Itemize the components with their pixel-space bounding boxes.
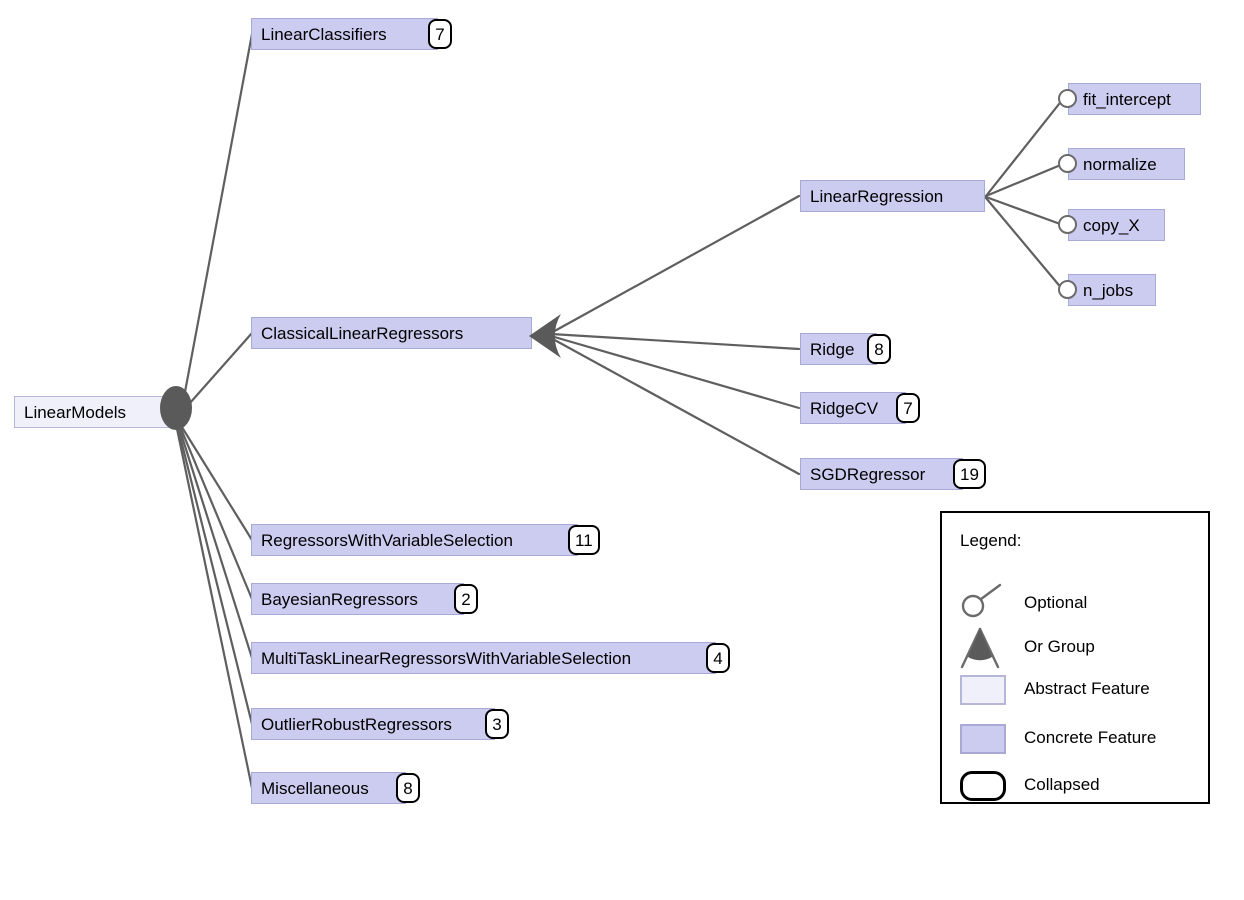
legend-label-abstract: Abstract Feature: [1024, 679, 1150, 698]
legend-label-or-group: Or Group: [1024, 637, 1095, 656]
feature-node-label: n_jobs: [1083, 280, 1134, 300]
edge-ClassicalLinearRegressors-to-RidgeCV: [549, 334, 801, 410]
legend-title: Legend:: [960, 531, 1022, 550]
optional-marker-fit_intercept: [1058, 89, 1077, 108]
collapsed-badge-RegressorsWithVariableSelection[interactable]: 11: [568, 525, 600, 555]
feature-node-ClassicalLinearRegressors[interactable]: ClassicalLinearRegressors: [251, 317, 532, 349]
feature-node-label: fit_intercept: [1083, 89, 1171, 109]
feature-node-Miscellaneous[interactable]: Miscellaneous: [251, 772, 406, 804]
feature-node-fit_intercept[interactable]: fit_intercept: [1068, 83, 1201, 115]
feature-model-diagram: LinearModels LinearClassifiers 7 ClassicalL…: [0, 0, 1244, 900]
feature-node-label: LinearRegression: [810, 186, 944, 206]
feature-node-label: RegressorsWithVariableSelection: [261, 530, 513, 550]
collapsed-badge-BayesianRegressors[interactable]: 2: [454, 584, 478, 614]
feature-node-n_jobs[interactable]: n_jobs: [1068, 274, 1156, 306]
feature-node-MultiTaskLinearRegressorsWithVariableSelection[interactable]: MultiTaskLinearRegressorsWithVariableSel…: [251, 642, 716, 674]
collapsed-badge-LinearClassifiers[interactable]: 7: [428, 19, 452, 49]
legend-box: Legend: Optional Or Group Abstract Featu…: [940, 511, 1210, 804]
feature-node-label: OutlierRobustRegressors: [261, 714, 452, 734]
feature-node-LinearClassifiers[interactable]: LinearClassifiers: [251, 18, 438, 50]
optional-marker-normalize: [1058, 154, 1077, 173]
edge-LinearModels-to-BayesianRegressors: [177, 422, 254, 601]
legend-label-optional: Optional: [1024, 593, 1088, 612]
collapsed-badge-icon: [960, 771, 1006, 801]
feature-node-RegressorsWithVariableSelection[interactable]: RegressorsWithVariableSelection: [251, 524, 578, 556]
feature-node-label: Miscellaneous: [261, 778, 369, 798]
feature-node-label: LinearModels: [24, 402, 127, 422]
optional-marker-n_jobs: [1058, 280, 1077, 299]
edge-LinearRegression-to-fit_intercept: [984, 97, 1065, 198]
feature-node-label: normalize: [1083, 154, 1157, 174]
feature-node-LinearModels[interactable]: LinearModels: [14, 396, 176, 428]
edge-LinearModels-to-RegressorsWithVariableSelection: [178, 422, 254, 542]
feature-node-RidgeCV[interactable]: RidgeCV: [800, 392, 906, 424]
optional-icon: [961, 583, 1002, 618]
feature-node-BayesianRegressors[interactable]: BayesianRegressors: [251, 583, 464, 615]
feature-node-Ridge[interactable]: Ridge: [800, 333, 877, 365]
collapsed-badge-OutlierRobustRegressors[interactable]: 3: [485, 709, 509, 739]
collapsed-badge-MultiTaskLinearRegressorsWithVariableSelection[interactable]: 4: [706, 643, 730, 673]
feature-node-SGDRegressor[interactable]: SGDRegressor: [800, 458, 963, 490]
edge-LinearRegression-to-copy_X: [984, 195, 1065, 227]
collapsed-badge-RidgeCV[interactable]: 7: [896, 393, 920, 423]
feature-node-label: copy_X: [1083, 215, 1140, 235]
or-group-marker-classical: [529, 314, 561, 358]
feature-node-OutlierRobustRegressors[interactable]: OutlierRobustRegressors: [251, 708, 495, 740]
edge-LinearModels-to-MultiTaskLinearRegressorsWithVariableSelection: [176, 422, 254, 660]
feature-node-label: SGDRegressor: [810, 464, 926, 484]
feature-node-label: RidgeCV: [810, 398, 879, 418]
edge-LinearModels-to-LinearClassifiers: [180, 32, 254, 410]
feature-node-label: Ridge: [810, 339, 855, 359]
feature-node-label: LinearClassifiers: [261, 24, 387, 44]
or-group-marker-root: [160, 386, 192, 430]
feature-node-label: BayesianRegressors: [261, 589, 418, 609]
legend-label-collapsed: Collapsed: [1024, 775, 1100, 794]
edge-LinearModels-to-OutlierRobustRegressors: [175, 422, 254, 726]
collapsed-badge-SGDRegressor[interactable]: 19: [953, 459, 986, 489]
feature-node-copy_X[interactable]: copy_X: [1068, 209, 1165, 241]
edge-LinearModels-to-ClassicalLinearRegressors: [180, 331, 254, 414]
edge-ClassicalLinearRegressors-to-LinearRegression: [549, 194, 801, 335]
edges: [174, 32, 1065, 790]
edge-LinearModels-to-Miscellaneous: [174, 422, 254, 790]
feature-node-LinearRegression[interactable]: LinearRegression: [800, 180, 985, 212]
collapsed-badge-Miscellaneous[interactable]: 8: [396, 773, 420, 803]
feature-node-normalize[interactable]: normalize: [1068, 148, 1185, 180]
feature-node-label: ClassicalLinearRegressors: [261, 323, 464, 343]
edge-ClassicalLinearRegressors-to-Ridge: [549, 332, 801, 351]
collapsed-badge-Ridge[interactable]: 8: [867, 334, 891, 364]
edge-ClassicalLinearRegressors-to-SGDRegressor: [549, 336, 801, 476]
optional-marker-copy_X: [1058, 215, 1077, 234]
concrete-swatch-icon: [960, 724, 1006, 754]
edge-LinearRegression-to-normalize: [984, 162, 1065, 198]
or-group-icon: [960, 627, 1000, 669]
abstract-swatch-icon: [960, 675, 1006, 705]
feature-node-label: MultiTaskLinearRegressorsWithVariableSel…: [261, 648, 632, 668]
legend-label-concrete: Concrete Feature: [1024, 728, 1157, 747]
edge-LinearRegression-to-n_jobs: [984, 196, 1065, 292]
